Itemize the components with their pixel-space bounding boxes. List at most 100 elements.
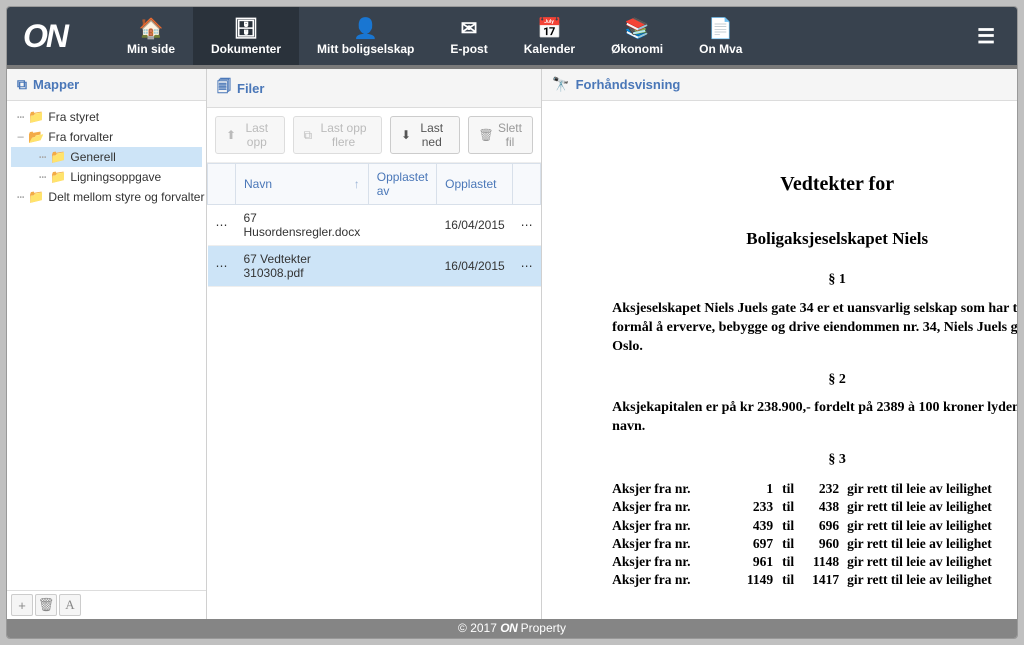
nav-label: Økonomi [611,42,663,56]
share-row: Aksjer fra nr. 697 til 960 gir rett til … [612,535,1017,553]
nav-label: Dokumenter [211,42,281,56]
files-title: Filer [237,81,264,96]
tree-node-fra-forvalter[interactable]: − 📂 Fra forvalter [11,127,202,147]
folder-open-icon: 📂 [28,129,44,145]
preview-title: Forhåndsvisning [576,77,681,92]
nav-items: 🏠 Min side 🗄 Dokumenter 👤 Mitt boligsels… [109,7,760,65]
content-area: ⧉ Mapper ⋯ 📁 Fra styret − 📂 Fra forvalte… [7,65,1017,619]
footer-brand: ON [500,621,517,635]
col-uploaded-by[interactable]: Opplastet av [368,164,436,205]
trash-icon: 🗑 [479,128,494,142]
preview-document: Vedtekter for Boligaksjeselskapet Niels … [542,101,1017,609]
envelope-icon: ✉ [461,16,478,40]
folders-body: ⋯ 📁 Fra styret − 📂 Fra forvalter ⋯ 📁 Gen… [7,101,206,590]
nav-item-kalender[interactable]: 📅 Kalender [506,7,593,65]
sort-asc-icon: ↑ [354,177,360,191]
books-icon: 📚 [625,16,650,40]
folder-icon: 📁 [50,169,66,185]
add-folder-button[interactable]: + [11,594,33,616]
home-icon: 🏠 [139,16,164,40]
tree-node-generell[interactable]: ⋯ 📁 Generell [11,147,202,167]
share-row: Aksjer fra nr. 1 til 232 gir rett til le… [612,480,1017,498]
cell-date: 16/04/2015 [437,205,513,246]
folder-icon: 📁 [28,109,44,125]
tree-label: Delt mellom styre og forvalter [48,190,204,204]
nav-label: Kalender [524,42,575,56]
cell-by [368,246,436,287]
preview-panel: 🔭 Forhåndsvisning Vedtekter for Boligaks… [542,69,1017,619]
app-footer: © 2017 ON Property [7,619,1017,638]
nav-item-epost[interactable]: ✉ E-post [432,7,505,65]
nav-item-okonomi[interactable]: 📚 Økonomi [593,7,681,65]
folder-icon: 📁 [50,149,66,165]
btn-label: Slett fil [498,121,522,149]
brand-logo: ON [19,18,109,55]
cell-date: 16/04/2015 [437,246,513,287]
folders-footer: + 🗑 A [7,590,206,619]
share-row: Aksjer fra nr. 961 til 1148 gir rett til… [612,553,1017,571]
nav-label: On Mva [699,42,742,56]
folder-icon: 📁 [28,189,44,205]
nav-item-mitt-boligselskap[interactable]: 👤 Mitt boligselskap [299,7,432,65]
doc-section-2: § 2 [612,371,1017,390]
delete-folder-button[interactable]: 🗑 [35,594,57,616]
doc-heading-1: Vedtekter for [612,171,1017,198]
download-icon: ⬇ [401,128,411,142]
folders-panel: ⧉ Mapper ⋯ 📁 Fra styret − 📂 Fra forvalte… [7,69,207,619]
btn-label: Last ned [415,121,448,149]
folder-tree: ⋯ 📁 Fra styret − 📂 Fra forvalter ⋯ 📁 Gen… [7,101,206,213]
footer-copyright: © 2017 [458,621,500,635]
share-row: Aksjer fra nr. 233 til 438 gir rett til … [612,498,1017,516]
nav-label: Min side [127,42,175,56]
upload-button[interactable]: ⬆ Last opp [215,116,285,154]
folders-title: Mapper [33,77,79,92]
upload-icon: ⬆ [226,128,236,142]
row-menu-button[interactable]: ⋯ [513,205,541,246]
delete-file-button[interactable]: 🗑 Slett fil [468,116,534,154]
calendar-icon: 📅 [537,16,562,40]
binoculars-icon: 🔭 [552,76,569,93]
col-name[interactable]: Navn ↑ [236,164,369,205]
col-actions[interactable] [513,164,541,205]
cell-by [368,205,436,246]
upload-multi-button[interactable]: ⧉ Last opp flere [293,116,382,154]
files-body: ⬆ Last opp ⧉ Last opp flere ⬇ Last ned 🗑… [207,108,541,619]
share-table: Aksjer fra nr. 1 til 232 gir rett til le… [612,480,1017,589]
row-menu-button[interactable]: ⋯ [513,246,541,287]
nav-item-dokumenter[interactable]: 🗄 Dokumenter [193,7,299,65]
menu-button[interactable]: ☰ [967,24,1005,49]
archive-icon: 🗄 [233,16,258,40]
files-table: Navn ↑ Opplastet av Opplastet ⋯ 67 Husor… [207,163,541,287]
drag-handle-icon[interactable]: ⋯ [208,246,236,287]
download-button[interactable]: ⬇ Last ned [390,116,460,154]
cell-name: 67 Husordensregler.docx [236,205,369,246]
drag-handle-icon[interactable]: ⋯ [208,205,236,246]
tree-node-delt[interactable]: ⋯ 📁 Delt mellom styre og forvalter [11,187,202,207]
preview-viewport[interactable]: Vedtekter for Boligaksjeselskapet Niels … [542,101,1017,619]
table-row[interactable]: ⋯ 67 Vedtekter 310308.pdf 16/04/2015 ⋯ [208,246,541,287]
tree-node-fra-styret[interactable]: ⋯ 📁 Fra styret [11,107,202,127]
nav-item-min-side[interactable]: 🏠 Min side [109,7,193,65]
app-window: ON 🏠 Min side 🗄 Dokumenter 👤 Mitt boligs… [6,6,1018,639]
share-row: Aksjer fra nr. 1149 til 1417 gir rett ti… [612,571,1017,589]
doc-heading-2: Boligaksjeselskapet Niels [612,228,1017,251]
doc-section-1: § 1 [612,271,1017,290]
font-button[interactable]: A [59,594,81,616]
preview-body: Vedtekter for Boligaksjeselskapet Niels … [542,101,1017,619]
top-nav: ON 🏠 Min side 🗄 Dokumenter 👤 Mitt boligs… [7,7,1017,65]
col-uploaded-date[interactable]: Opplastet [437,164,513,205]
nav-label: Mitt boligselskap [317,42,414,56]
files-icon: 🗐 [217,76,231,100]
nav-item-on-mva[interactable]: 📄 On Mva [681,7,760,65]
col-drag[interactable] [208,164,236,205]
copy-icon: ⧉ [17,76,27,93]
tree-node-ligningsoppgave[interactable]: ⋯ 📁 Ligningsoppgave [11,167,202,187]
upload-multi-icon: ⧉ [304,128,313,143]
cell-name: 67 Vedtekter 310308.pdf [236,246,369,287]
user-icon: 👤 [353,16,378,40]
document-icon: 📄 [708,16,733,40]
table-row[interactable]: ⋯ 67 Husordensregler.docx 16/04/2015 ⋯ [208,205,541,246]
files-header: 🗐 Filer [207,69,541,108]
tree-label: Fra forvalter [48,130,113,144]
nav-label: E-post [450,42,487,56]
